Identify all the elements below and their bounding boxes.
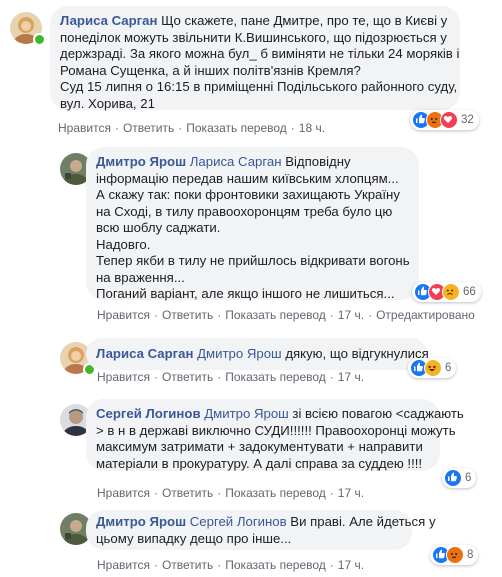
comment-text-line: цьому випадку дещо про інше... xyxy=(96,530,292,546)
reaction-count: 6 xyxy=(465,472,472,484)
comment-actions: Нравится · Ответить · Показать перевод · 17 ч.… xyxy=(97,308,475,322)
comment-text-line: Романа Сущенка, а й інших політв'язнів К… xyxy=(60,62,361,78)
edited-label[interactable]: Отредактировано xyxy=(376,308,475,322)
comment-bubble: Лариса Сарган Що скажете, пане Дмитре, п… xyxy=(50,6,460,111)
comment-bubble: Дмитро Ярош Лариса Сарган Відповідну інф… xyxy=(86,147,419,301)
reply-link[interactable]: Ответить xyxy=(162,308,213,322)
comment-bubble: Лариса Сарган Дмитро Ярош дякую, що відг… xyxy=(86,338,429,370)
comment-text-line: Надовго. xyxy=(96,236,151,252)
reply-link[interactable]: Ответить xyxy=(162,558,213,572)
comment-text-line: зі всією повагою <саджають xyxy=(292,406,464,421)
comment-text-line: вул. Хорива, 21 xyxy=(60,95,155,111)
mention-link[interactable]: Дмитро Ярош xyxy=(204,406,289,421)
comment-bubble: Дмитро Ярош Сергей Логинов Ви праві. Але… xyxy=(86,510,436,550)
comment-text-line: матеріали в прокуратуру. А далі справа з… xyxy=(96,455,423,471)
comment-text-line: А скажу так: поки фронтовики захищають У… xyxy=(96,187,400,202)
timestamp[interactable]: 17 ч. xyxy=(338,558,364,572)
comment-text-line: інформацію передав нашим київським хлопц… xyxy=(96,170,399,186)
comment-bubble: Сергей Логинов Дмитро Ярош зі всією пова… xyxy=(86,399,464,471)
comment-text-line: держзраді. За якого можна бул_ б вимінят… xyxy=(60,46,460,61)
comment-text-line: дякую, що відгукнулися xyxy=(285,346,429,361)
show-translation-link[interactable]: Показать перевод xyxy=(186,121,287,135)
comment-text-line: всю шоблу саджати. xyxy=(96,220,221,235)
reaction-count: 32 xyxy=(461,114,474,126)
reply-link[interactable]: Ответить xyxy=(162,370,213,384)
comment-text-line: Поганий варіант, але якщо іншого не лиши… xyxy=(96,286,395,301)
comment-text-line: Суд 15 липня о 16:15 в приміщенні Поділь… xyxy=(60,79,458,94)
comment-text-line: Що скажете, пане Дмитре, про те, що в Ки… xyxy=(161,13,448,28)
reaction-count: 66 xyxy=(463,286,476,298)
comment-actions: Нравится · Ответить · Показать перевод · 17 ч. xyxy=(97,486,365,500)
comment-text-line: на Сході, в тилу правоохоронцям треба бу… xyxy=(96,203,393,219)
show-translation-link[interactable]: Показать перевод xyxy=(225,486,326,500)
angry-reaction-icon xyxy=(446,546,464,564)
comment-actions: Нравится · Ответить · Показать перевод · 18 ч. xyxy=(58,121,326,135)
reaction-count: 8 xyxy=(467,549,474,561)
reaction-count: 6 xyxy=(445,362,452,374)
reactions-summary[interactable]: 6 xyxy=(408,358,457,378)
comment-author[interactable]: Лариса Сарган xyxy=(60,13,157,28)
comment-text-line: Відповідну xyxy=(285,154,351,169)
reply-link[interactable]: Ответить xyxy=(123,121,174,135)
comment-author[interactable]: Лариса Сарган xyxy=(96,346,193,361)
comment-text-line: Тепер якби в тилу не прийшлось відкриват… xyxy=(96,253,410,268)
comment-author[interactable]: Дмитро Ярош xyxy=(96,514,186,529)
show-translation-link[interactable]: Показать перевод xyxy=(225,370,326,384)
mention-link[interactable]: Лариса Сарган xyxy=(190,154,282,169)
like-link[interactable]: Нравится xyxy=(97,370,150,384)
comment-actions: Нравится · Ответить · Показать перевод · 17 ч. xyxy=(97,370,365,384)
like-link[interactable]: Нравится xyxy=(97,308,150,322)
show-translation-link[interactable]: Показать перевод xyxy=(225,308,326,322)
like-link[interactable]: Нравится xyxy=(97,486,150,500)
mention-link[interactable]: Сергей Логинов xyxy=(190,514,287,529)
reactions-summary[interactable]: 32 xyxy=(410,110,479,130)
comment-author[interactable]: Дмитро Ярош xyxy=(96,154,186,169)
like-link[interactable]: Нравится xyxy=(97,558,150,572)
comment-text-line: максимум затримати + задокументувати + н… xyxy=(96,439,423,454)
mention-link[interactable]: Дмитро Ярош xyxy=(197,346,282,361)
online-indicator xyxy=(33,33,46,46)
comment-text-line: > в н в державі виключно СУДИ!!!!!! Прав… xyxy=(96,422,456,438)
timestamp[interactable]: 18 ч. xyxy=(299,121,325,135)
comment-text-line: на враження... xyxy=(96,269,185,285)
show-translation-link[interactable]: Показать перевод xyxy=(225,558,326,572)
like-reaction-icon xyxy=(444,469,462,487)
reactions-summary[interactable]: 8 xyxy=(430,545,479,565)
timestamp[interactable]: 17 ч. xyxy=(338,486,364,500)
haha-reaction-icon xyxy=(424,359,442,377)
timestamp[interactable]: 17 ч. xyxy=(338,308,364,322)
comment-actions: Нравится · Ответить · Показать перевод · 17 ч. xyxy=(97,558,365,572)
comment-text-line: Ви праві. Але йдеться у xyxy=(290,514,436,529)
reply-link[interactable]: Ответить xyxy=(162,486,213,500)
sad-reaction-icon xyxy=(442,283,460,301)
like-link[interactable]: Нравится xyxy=(58,121,111,135)
comment-text-line: понеділок можуть звільнити К.Вишинського… xyxy=(60,29,447,45)
reactions-summary[interactable]: 66 xyxy=(412,282,481,302)
timestamp[interactable]: 17 ч. xyxy=(338,370,364,384)
comment-author[interactable]: Сергей Логинов xyxy=(96,406,201,421)
reactions-summary[interactable]: 6 xyxy=(442,468,477,488)
love-reaction-icon xyxy=(440,111,458,129)
